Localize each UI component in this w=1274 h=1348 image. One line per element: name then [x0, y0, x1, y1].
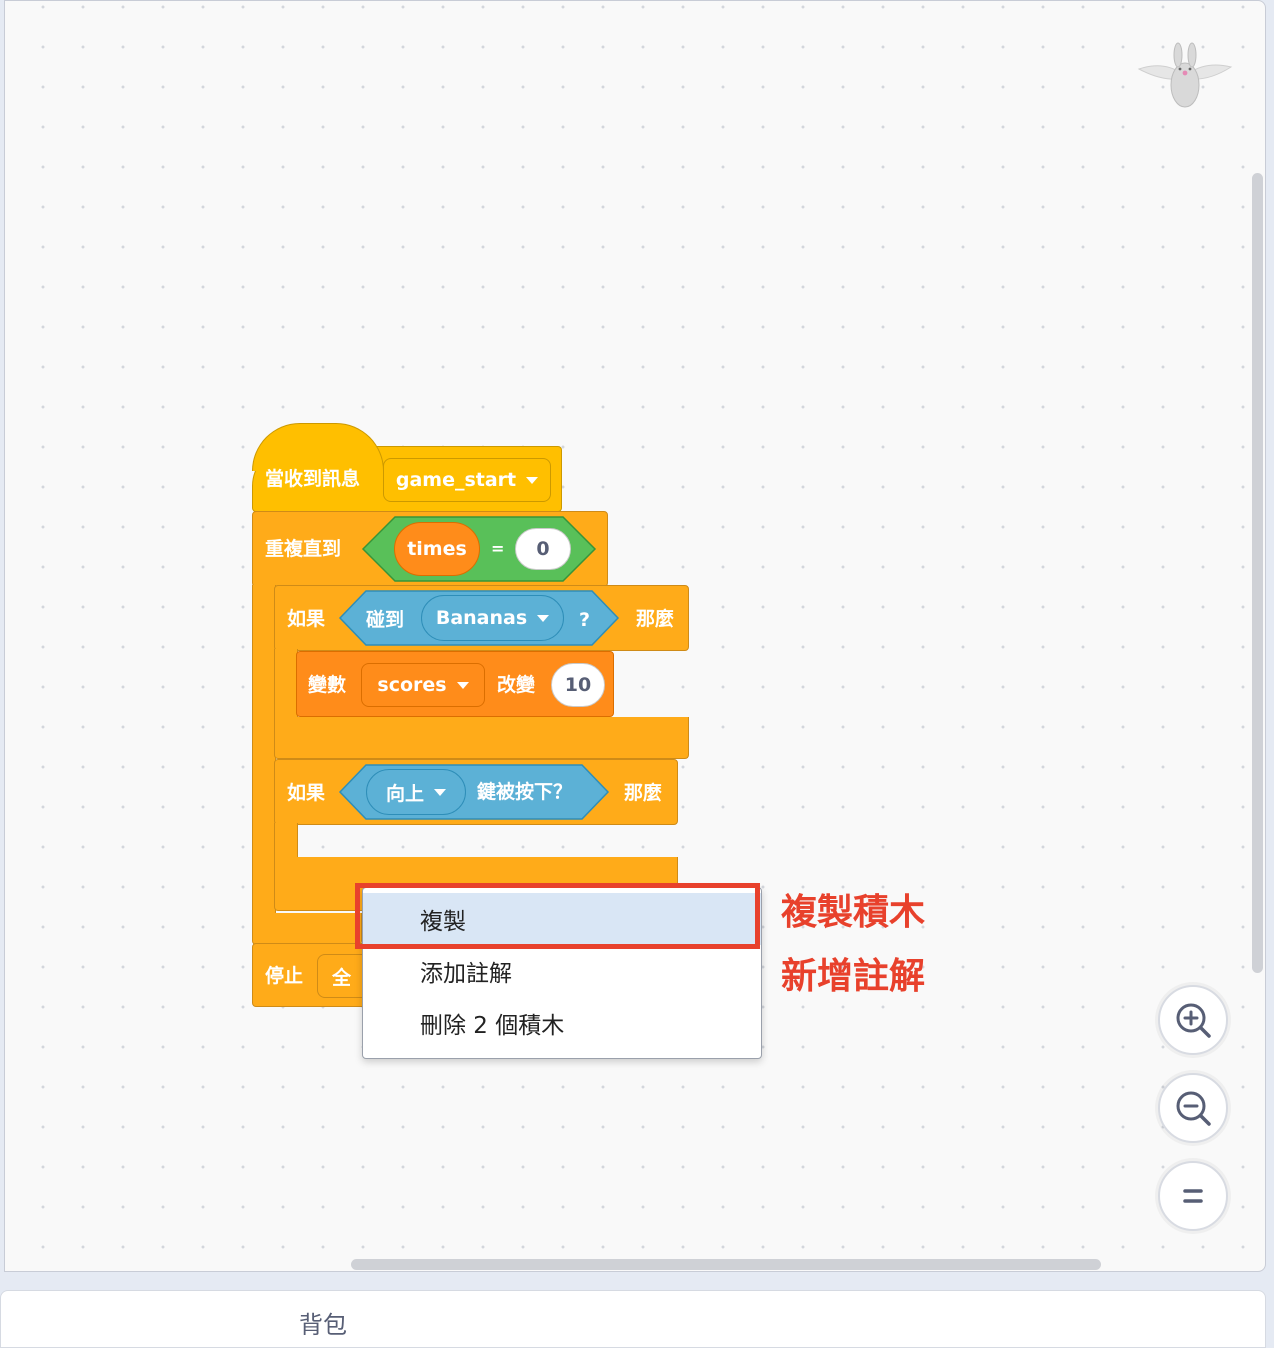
key-value: 向上 — [385, 782, 424, 805]
if1-arm — [274, 649, 298, 719]
stop-block[interactable]: 停止 全 — [252, 943, 377, 1007]
horizontal-scrollbar[interactable] — [351, 1259, 1101, 1270]
when-receive-hat-block[interactable]: 當收到訊息 game_start — [252, 423, 562, 512]
key-dropdown[interactable]: 向上 — [366, 769, 466, 815]
touch-target-dropdown[interactable]: Bananas — [421, 595, 564, 641]
change-amount-input[interactable]: 10 — [551, 663, 605, 707]
annotation-comment: 新增註解 — [781, 956, 926, 997]
times-label: times — [407, 538, 467, 560]
touching-label: 碰到 — [366, 609, 405, 631]
if2-then-label: 那麼 — [624, 782, 663, 804]
times-variable-reporter[interactable]: times — [394, 522, 480, 576]
if1-then-label: 那麼 — [636, 608, 675, 630]
equals-sign: = — [491, 539, 505, 558]
repeat-label: 重複直到 — [265, 538, 342, 560]
sprite-thumbnail — [1137, 42, 1233, 108]
if1-bottom — [274, 717, 689, 759]
backpack-bar[interactable]: 背包 — [0, 1290, 1266, 1348]
key-pressed-label: 鍵被按下？ — [477, 781, 573, 803]
variable-value: scores — [377, 674, 447, 696]
message-dropdown[interactable]: game_start — [383, 458, 551, 502]
change-label: 變數 — [308, 674, 347, 696]
stop-option-value: 全 — [332, 966, 352, 989]
repeat-value-input[interactable]: 0 — [515, 528, 571, 570]
chevron-down-icon — [537, 614, 550, 622]
equals-icon — [1183, 1189, 1203, 1203]
menu-item-delete-blocks[interactable]: 刪除 2 個積木 — [363, 997, 761, 1049]
repeat-arm — [252, 585, 276, 915]
variable-dropdown[interactable]: scores — [361, 663, 485, 707]
touch-target-value: Bananas — [435, 607, 528, 629]
question-mark: ? — [579, 609, 591, 631]
if2-label: 如果 — [287, 782, 326, 804]
duplicate-highlight-box — [355, 883, 760, 949]
annotation-duplicate: 複製積木 — [781, 892, 926, 933]
stop-label: 停止 — [265, 965, 304, 987]
zoom-reset-button[interactable] — [1158, 1161, 1228, 1231]
code-workspace[interactable]: 當收到訊息 game_start 重複直到 times = 0 如果 那麼 碰到… — [4, 0, 1266, 1272]
zoom-in-button[interactable] — [1158, 985, 1228, 1055]
change-variable-block[interactable]: 變數 scores 改變 10 — [296, 651, 614, 717]
change-amount: 10 — [564, 674, 592, 696]
zoom-out-button[interactable] — [1158, 1073, 1228, 1143]
message-value: game_start — [395, 469, 517, 491]
if1-label: 如果 — [287, 608, 326, 630]
zoom-out-icon — [1176, 1091, 1211, 1126]
chevron-down-icon — [526, 476, 539, 484]
menu-item-add-comment[interactable]: 添加註解 — [363, 945, 761, 997]
backpack-label: 背包 — [299, 1311, 347, 1339]
repeat-value: 0 — [536, 538, 550, 560]
vertical-scrollbar[interactable] — [1252, 173, 1263, 973]
change-by-label: 改變 — [497, 674, 536, 696]
chevron-down-icon — [434, 788, 446, 796]
repeat-bottom — [252, 913, 362, 945]
hat-label: 當收到訊息 — [265, 468, 361, 490]
if2-arm — [274, 823, 298, 859]
zoom-in-icon — [1176, 1003, 1211, 1038]
chevron-down-icon — [456, 681, 469, 689]
